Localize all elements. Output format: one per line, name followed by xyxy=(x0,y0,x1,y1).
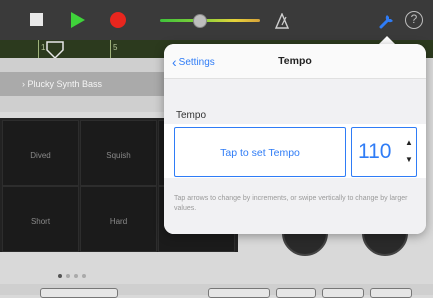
page-dot xyxy=(74,274,78,278)
page-dot xyxy=(58,274,62,278)
stepper-up-icon[interactable]: ▲ xyxy=(404,138,414,148)
stepper-down-icon[interactable]: ▼ xyxy=(404,155,414,165)
tempo-value: 110 xyxy=(358,140,392,163)
pad-label: Squish xyxy=(106,151,131,160)
section-label: Tempo xyxy=(176,110,207,121)
pad-short[interactable]: Short xyxy=(2,186,79,252)
bottom-button-3[interactable] xyxy=(276,288,316,298)
stop-icon xyxy=(30,13,43,26)
tempo-hint: Tap arrows to change by increments, or s… xyxy=(174,195,408,212)
pad-squish[interactable]: Squish xyxy=(80,120,157,186)
volume-slider[interactable] xyxy=(160,14,260,28)
pad-hard[interactable]: Hard xyxy=(80,186,157,252)
track-name-label: › Plucky Synth Bass xyxy=(22,79,102,89)
control-bar: ? xyxy=(0,0,433,40)
pad-label: Short xyxy=(30,217,51,226)
play-button[interactable] xyxy=(66,9,88,31)
pad-label: Hard xyxy=(109,217,128,226)
stop-button[interactable] xyxy=(26,9,48,31)
page-dot xyxy=(66,274,70,278)
tempo-popover: ‹ Settings Tempo Tempo Tap to set Tempo … xyxy=(164,44,426,234)
record-button[interactable] xyxy=(107,9,129,31)
bottom-button-4[interactable] xyxy=(322,288,364,298)
tap-tempo-button[interactable]: Tap to set Tempo xyxy=(174,127,346,177)
bottom-button-2[interactable] xyxy=(208,288,270,298)
tempo-stepper[interactable]: 110 ▲ ▼ xyxy=(351,127,417,177)
bottom-button-1[interactable] xyxy=(40,288,118,298)
bottom-button-5[interactable] xyxy=(370,288,412,298)
pad-label: Dived xyxy=(30,151,51,160)
volume-knob[interactable] xyxy=(193,14,207,28)
track-name: Plucky Synth Bass xyxy=(27,79,103,89)
popover-title: Tempo xyxy=(278,55,312,67)
volume-track xyxy=(160,19,260,22)
ruler-marker: 5 xyxy=(113,43,118,52)
ruler-tick xyxy=(110,40,111,58)
help-icon[interactable]: ? xyxy=(405,11,423,29)
ruler-tick xyxy=(38,40,39,58)
pad-dived[interactable]: Dived xyxy=(2,120,79,186)
record-icon xyxy=(110,12,126,28)
page-indicator[interactable] xyxy=(58,265,90,283)
popover-nav-bar: ‹ Settings Tempo xyxy=(164,44,426,79)
wrench-icon[interactable] xyxy=(378,12,396,30)
metronome-icon[interactable] xyxy=(275,13,289,29)
play-icon xyxy=(71,12,85,28)
page-dot xyxy=(82,274,86,278)
